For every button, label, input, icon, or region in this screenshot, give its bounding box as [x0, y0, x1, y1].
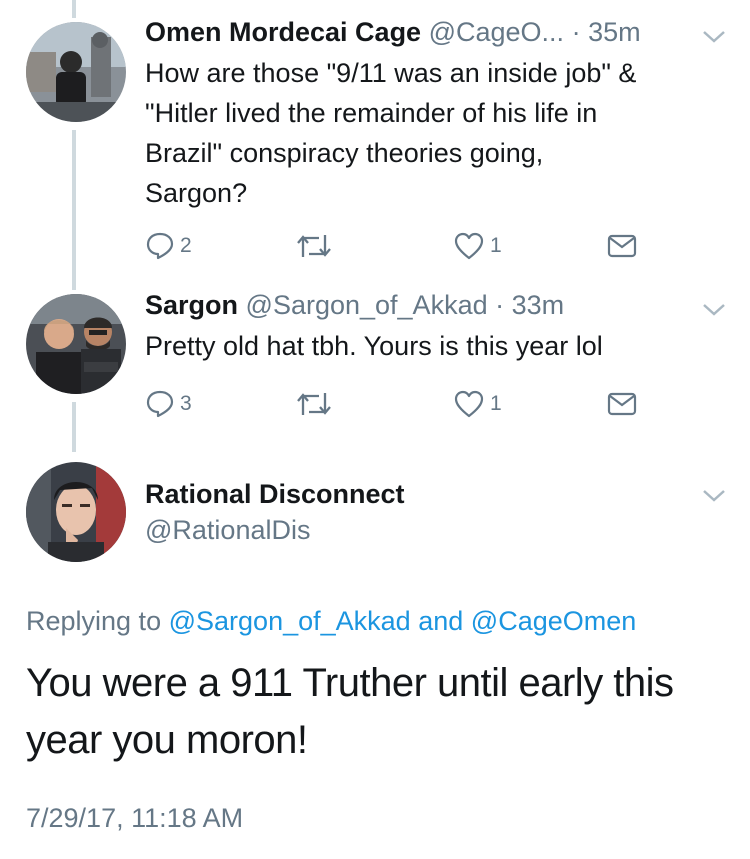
tweet-text: Pretty old hat tbh. Yours is this year l… [145, 326, 730, 366]
separator: · [571, 17, 581, 47]
like-button[interactable]: 1 [453, 384, 502, 424]
mention-link[interactable]: @CageOmen [471, 606, 636, 636]
author-handle[interactable]: @CageO... [429, 17, 564, 47]
tweet-text-line: Sargon? [145, 178, 248, 208]
heart-icon [454, 232, 484, 260]
tweet-text-line: How are those "9/11 was an inside job" & [145, 58, 637, 88]
reply-icon [146, 232, 174, 260]
like-count: 1 [490, 392, 502, 415]
tweet-text-line: You were a 911 Truther until early this [26, 661, 674, 705]
author-name[interactable]: Rational Disconnect [145, 477, 405, 511]
author-name[interactable]: Omen Mordecai Cage [145, 17, 421, 47]
main-tweet-text: You were a 911 Truther until early this … [26, 655, 726, 769]
heart-icon [454, 390, 484, 418]
replying-to: Replying to @Sargon_of_Akkad and @CageOm… [26, 604, 636, 638]
author-handle[interactable]: @Sargon_of_Akkad [246, 290, 488, 320]
like-count: 1 [490, 234, 502, 257]
reply-icon [146, 390, 174, 418]
dm-button[interactable] [607, 384, 637, 424]
avatar-sargon[interactable] [26, 294, 126, 394]
envelope-icon [607, 392, 637, 416]
separator: · [495, 290, 505, 320]
and-link[interactable]: and [418, 606, 463, 636]
retweet-button[interactable] [295, 384, 333, 424]
thread-line-1 [72, 130, 76, 290]
tweet-actions: 2 1 [145, 226, 645, 266]
chevron-down-icon[interactable] [700, 299, 728, 319]
tweet-header: Sargon @Sargon_of_Akkad · 33m [145, 289, 564, 321]
avatar-rational-disconnect[interactable] [26, 462, 126, 562]
avatar-omen[interactable] [26, 22, 126, 122]
tweet-text-line: Brazil" conspiracy theories going, [145, 138, 544, 168]
tweet-text-line: year you moron! [26, 718, 308, 762]
tweet-text-line: "Hitler lived the remainder of his life … [145, 98, 598, 128]
tweet-time[interactable]: 35m [588, 17, 641, 47]
like-button[interactable]: 1 [453, 226, 502, 266]
tweet-text-line: Pretty old hat tbh. Yours is this year l… [145, 331, 603, 361]
reply-button[interactable]: 3 [145, 384, 192, 424]
author-handle[interactable]: @RationalDis [145, 513, 310, 547]
thread-line-2 [72, 402, 76, 452]
reply-count: 2 [180, 234, 192, 257]
reply-count: 3 [180, 392, 192, 415]
mention-link[interactable]: @Sargon_of_Akkad [169, 606, 411, 636]
chevron-down-icon[interactable] [700, 485, 728, 505]
tweet-actions: 3 1 [145, 384, 645, 424]
chevron-down-icon[interactable] [700, 26, 728, 46]
author-name[interactable]: Sargon [145, 290, 238, 320]
tweet-timestamp[interactable]: 7/29/17, 11:18 AM [26, 801, 243, 835]
retweet-button[interactable] [295, 226, 333, 266]
retweet-icon [297, 393, 331, 415]
envelope-icon [607, 234, 637, 258]
reply-button[interactable]: 2 [145, 226, 192, 266]
retweet-icon [297, 235, 331, 257]
tweet-header: Omen Mordecai Cage @CageO... · 35m [145, 16, 641, 48]
tweet-text: How are those "9/11 was an inside job" &… [145, 53, 730, 213]
thread-line-top [72, 0, 76, 18]
replying-prefix: Replying to [26, 606, 162, 636]
tweet-time[interactable]: 33m [512, 290, 565, 320]
dm-button[interactable] [607, 226, 637, 266]
